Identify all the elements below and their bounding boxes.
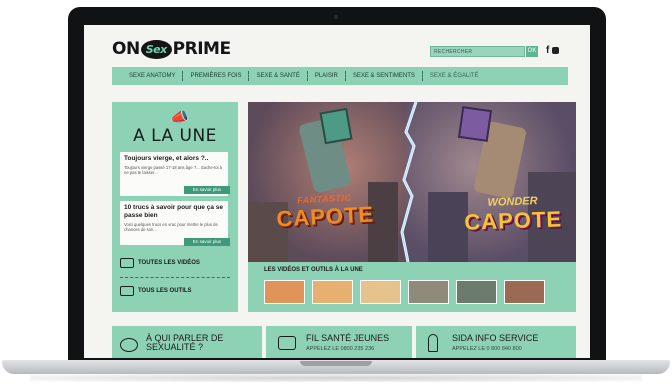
videos-title: LES VIDÉOS ET OUTILS À LA UNE [264, 267, 363, 273]
nav-item-premieres-fois[interactable]: PREMIÈRES FOIS [183, 71, 250, 81]
hero-title-left: FANTASTIC CAPOTE [265, 191, 385, 233]
hero-title-right: WONDER CAPOTE [451, 194, 574, 236]
condom-packet-icon [319, 107, 353, 145]
computer-icon [278, 336, 296, 350]
article-excerpt: Voici quelques trucs en vrac pour mettre… [124, 222, 218, 232]
nav-item-plaisir[interactable]: PLAISIR [308, 71, 346, 81]
logo-right: PRIME [172, 39, 231, 59]
sidebar-a-la-une: 📣 A LA UNE Toujours vierge, et alors ?..… [112, 102, 238, 312]
all-videos-label: TOUTES LES VIDÉOS [138, 260, 200, 266]
logo-left: ON [112, 39, 140, 59]
camera-icon [334, 15, 338, 19]
videos-strip: LES VIDÉOS ET OUTILS À LA UNE [248, 262, 576, 312]
hero-banner[interactable]: FANTASTIC CAPOTE WONDER CAPOTE [248, 102, 576, 262]
all-tools-link[interactable]: TOUS LES OUTILS [120, 286, 192, 296]
help-box-qui-parler[interactable]: À QUI PARLER DE SEXUALITÉ ? [112, 326, 262, 358]
laptop-mockup: ON Sex PRIME RECHERCHER OK f SEXE ANATOM… [0, 0, 672, 389]
youtube-icon[interactable] [552, 46, 560, 54]
screen: ON Sex PRIME RECHERCHER OK f SEXE ANATOM… [84, 25, 590, 358]
all-tools-label: TOUS LES OUTILS [138, 288, 192, 294]
ribbon-icon [428, 334, 438, 352]
search-input[interactable]: RECHERCHER [430, 46, 525, 57]
help-box-fil-sante[interactable]: FIL SANTÉ JEUNES APPELEZ LE 0800 235 236 [266, 326, 412, 358]
read-more-button[interactable]: En savoir plus [184, 238, 230, 246]
laptop-shadow [30, 374, 642, 382]
help-box-title: FIL SANTÉ JEUNES [306, 333, 390, 343]
speech-bubble-icon [120, 338, 138, 352]
nav-item-sentiments[interactable]: SEXE & SENTIMENTS [346, 71, 423, 81]
condom-packet-icon [457, 106, 493, 142]
help-box-phone: APPELEZ LE 0800 235 236 [306, 346, 375, 352]
all-videos-link[interactable]: TOUTES LES VIDÉOS [120, 258, 200, 268]
a-la-une-title: A LA UNE [133, 126, 217, 146]
logo-bubble: Sex [140, 39, 172, 59]
site-logo[interactable]: ON Sex PRIME [112, 39, 231, 59]
search-button[interactable]: OK [526, 46, 538, 57]
main-nav: SEXE ANATOMY PREMIÈRES FOIS SEXE & SANTÉ… [112, 67, 568, 85]
video-thumb[interactable] [264, 280, 305, 304]
lightning-bolt-icon [400, 102, 418, 262]
video-thumb[interactable] [456, 280, 497, 304]
read-more-button[interactable]: En savoir plus [184, 186, 230, 194]
video-thumb[interactable] [504, 280, 545, 304]
video-thumb[interactable] [408, 280, 449, 304]
help-box-sida-info[interactable]: SIDA INFO SERVICE APPELEZ LE 0 800 840 8… [416, 326, 576, 358]
help-box-phone: APPELEZ LE 0 800 840 800 [452, 346, 522, 352]
nav-item-sante[interactable]: SEXE & SANTÉ [249, 71, 308, 81]
laptop-notch [300, 361, 372, 366]
megaphone-icon: 📣 [170, 109, 189, 126]
video-thumb[interactable] [360, 280, 401, 304]
article-excerpt: Toujours vierge passé 17-18 ans âge ?...… [124, 165, 223, 175]
social-links[interactable]: f [546, 45, 560, 56]
article-title: Toujours vierge, et alors ?.. [124, 155, 209, 162]
help-box-title: À QUI PARLER DE SEXUALITÉ ? [146, 333, 224, 352]
divider [120, 277, 230, 278]
video-thumbs [264, 280, 545, 304]
video-thumb[interactable] [312, 280, 353, 304]
hero-right-big: CAPOTE [463, 206, 563, 235]
nav-item-egalite[interactable]: SEXE & ÉGALITÉ [423, 71, 486, 81]
nav-item-anatomy[interactable]: SEXE ANATOMY [122, 71, 184, 81]
toolbox-icon [120, 286, 134, 296]
help-box-title: SIDA INFO SERVICE [452, 333, 539, 343]
article-title: 10 trucs à savoir pour que ça se passe b… [124, 204, 223, 219]
tv-icon [120, 258, 134, 268]
